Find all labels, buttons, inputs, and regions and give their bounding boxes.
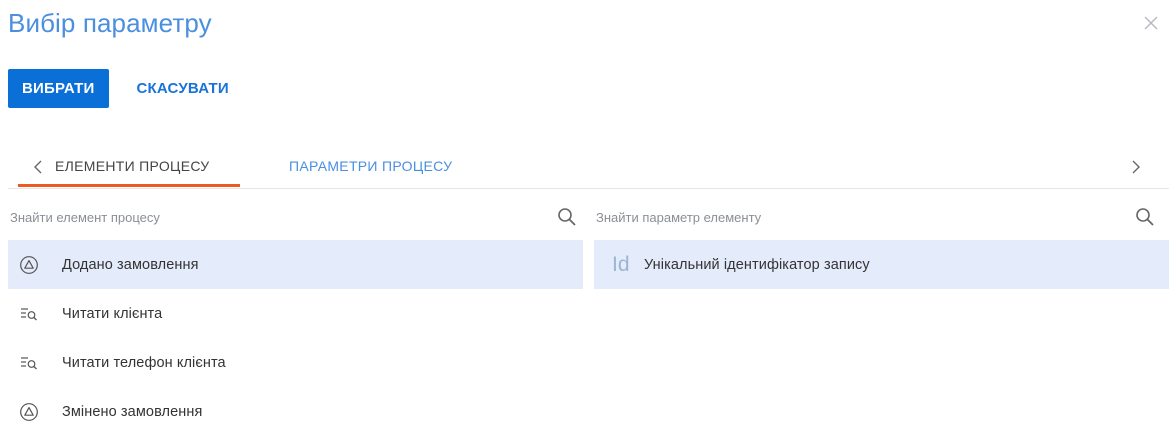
list-item-label: Додано замовлення — [62, 256, 199, 273]
close-button[interactable] — [1140, 12, 1162, 34]
select-button[interactable]: ВИБРАТИ — [8, 69, 109, 108]
dialog-title: Вибір параметру — [8, 8, 212, 38]
list-item[interactable]: Читати клієнта — [8, 289, 583, 338]
process-elements-list: Додано замовлення Читати клієнта Читати … — [8, 240, 583, 424]
list-item[interactable]: Змінено замовлення — [8, 387, 583, 424]
active-tab-indicator — [18, 184, 240, 187]
tab-process-elements[interactable]: ЕЛЕМЕНТИ ПРОЦЕСУ — [55, 143, 210, 189]
signal-start-icon — [18, 401, 40, 423]
tab-label: ЕЛЕМЕНТИ ПРОЦЕСУ — [55, 158, 210, 174]
tabs-scroll-left-button[interactable] — [28, 155, 48, 179]
tabs-bar: ЕЛЕМЕНТИ ПРОЦЕСУ ПАРАМЕТРИ ПРОЦЕСУ — [8, 143, 1169, 189]
close-icon — [1144, 16, 1158, 30]
tab-label: ПАРАМЕТРИ ПРОЦЕСУ — [289, 158, 453, 174]
chevron-left-icon — [34, 160, 42, 174]
read-data-icon — [18, 352, 40, 374]
element-search-input[interactable] — [8, 201, 583, 233]
cancel-button[interactable]: СКАСУВАТИ — [123, 69, 243, 108]
search-icon[interactable] — [557, 207, 577, 227]
list-item-label: Унікальний ідентифікатор запису — [644, 256, 870, 273]
list-item[interactable]: Id Унікальний ідентифікатор запису — [594, 240, 1169, 289]
toolbar: ВИБРАТИ СКАСУВАТИ — [8, 69, 243, 108]
parameter-search — [594, 201, 1161, 233]
list-item-label: Змінено замовлення — [62, 403, 203, 420]
tab-process-parameters[interactable]: ПАРАМЕТРИ ПРОЦЕСУ — [289, 143, 452, 189]
search-icon[interactable] — [1135, 207, 1155, 227]
read-data-icon — [18, 303, 40, 325]
element-parameters-list: Id Унікальний ідентифікатор запису — [594, 240, 1169, 289]
tabs-scroll-right-button[interactable] — [1126, 155, 1146, 179]
id-icon: Id — [612, 252, 630, 276]
list-item[interactable]: Читати телефон клієнта — [8, 338, 583, 387]
list-item[interactable]: Додано замовлення — [8, 240, 583, 289]
element-search — [8, 201, 583, 233]
list-item-label: Читати клієнта — [62, 305, 163, 322]
parameter-search-input[interactable] — [594, 201, 1161, 233]
chevron-right-icon — [1132, 160, 1140, 174]
list-item-label: Читати телефон клієнта — [62, 354, 226, 371]
signal-start-icon — [18, 254, 40, 276]
